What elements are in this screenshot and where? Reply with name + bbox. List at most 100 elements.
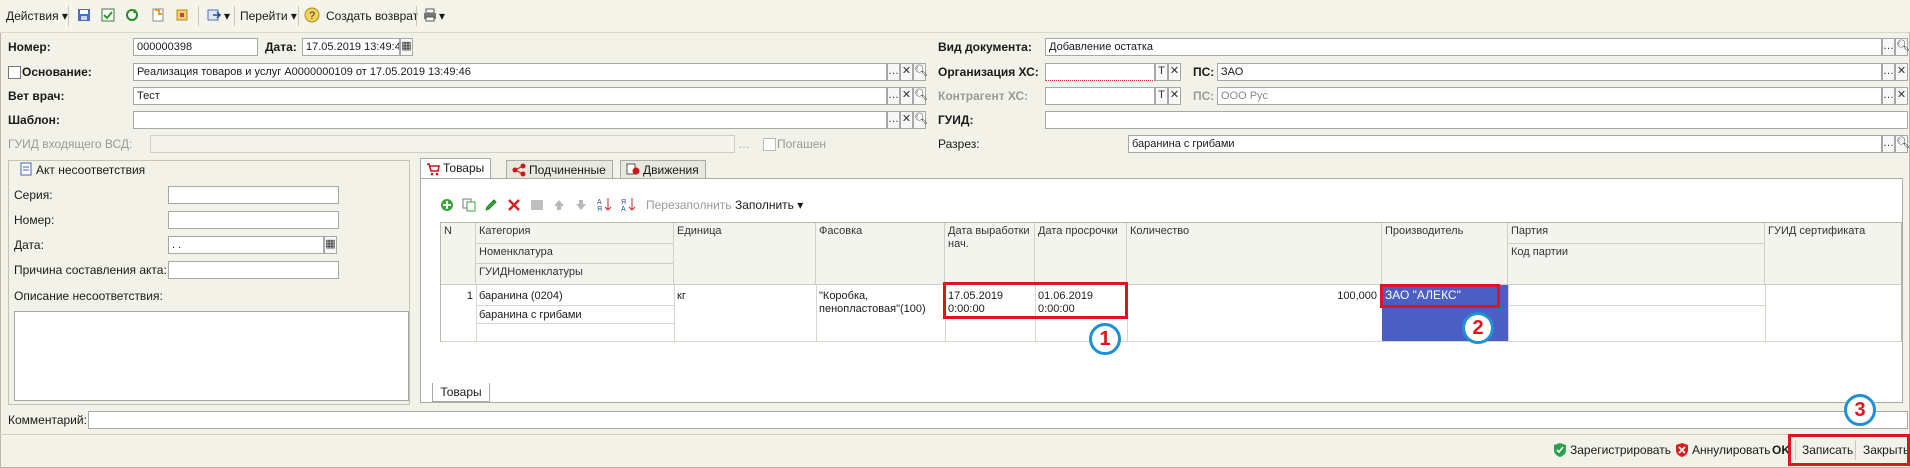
select-button[interactable]: … <box>1882 38 1895 56</box>
col-packaging-header[interactable]: Фасовка <box>816 223 945 285</box>
create-return-button[interactable]: Создать возврат <box>326 6 418 26</box>
actions-menu[interactable]: Действия ▾ <box>6 6 68 26</box>
sort-desc-icon[interactable]: ЯA <box>620 196 636 212</box>
copy-icon[interactable] <box>462 198 476 212</box>
select-button[interactable]: … <box>887 111 900 129</box>
basis-checkbox[interactable] <box>8 66 21 79</box>
print-icon[interactable] <box>422 7 438 23</box>
clear-icon[interactable]: ✕ <box>1895 63 1908 81</box>
vet-field[interactable]: Тест <box>133 87 887 105</box>
select-button[interactable]: … <box>1882 87 1895 105</box>
col-producer-header[interactable]: Производитель <box>1382 223 1508 285</box>
move-down-icon[interactable] <box>574 198 588 212</box>
bottom-tab-goods[interactable]: Товары <box>432 383 490 402</box>
doc-type-field[interactable]: Добавление остатка <box>1045 38 1882 56</box>
open-icon[interactable]: 🔍︎ <box>1895 135 1910 153</box>
cut-field[interactable]: баранина с грибами <box>1128 135 1882 153</box>
movements-icon <box>626 163 640 175</box>
description-field[interactable] <box>14 311 409 401</box>
open-icon[interactable]: 🔍︎ <box>913 63 928 81</box>
row-packaging[interactable]: "Коробка, пенопластовая"(100) <box>816 288 945 318</box>
structure-icon[interactable] <box>174 7 190 23</box>
refresh-icon[interactable] <box>124 7 140 23</box>
number-field[interactable]: 000000398 <box>133 38 258 56</box>
calendar-icon[interactable]: ▦ <box>400 38 413 56</box>
edit-icon[interactable] <box>484 198 498 212</box>
comment-label: Комментарий: <box>8 413 87 427</box>
clear-icon[interactable]: ✕ <box>900 63 913 81</box>
refill-button[interactable]: Перезаполнить <box>646 196 732 214</box>
guid-incoming-field[interactable] <box>150 135 735 153</box>
open-icon[interactable]: 🔍︎ <box>913 87 928 105</box>
clear-icon[interactable]: ✕ <box>1168 63 1181 81</box>
row-quantity[interactable]: 100,000 <box>1127 288 1380 305</box>
create-based-icon[interactable] <box>150 7 166 23</box>
save-close-icon[interactable] <box>76 7 92 23</box>
select-button[interactable]: … <box>887 63 900 81</box>
col-cert-guid-header[interactable]: ГУИД сертификата <box>1765 223 1901 285</box>
add-icon[interactable] <box>440 198 454 212</box>
guid-field[interactable] <box>1045 111 1908 129</box>
act-date-label: Дата: <box>14 238 44 252</box>
register-shield-icon <box>1554 443 1566 457</box>
org-field[interactable] <box>1045 63 1155 81</box>
cart-icon <box>427 163 440 176</box>
row-unit[interactable]: кг <box>674 288 816 305</box>
clear-icon[interactable]: ✕ <box>900 111 913 129</box>
series-field[interactable] <box>168 186 339 204</box>
clear-icon[interactable]: ✕ <box>900 87 913 105</box>
col-batch-code-header[interactable]: Код партии <box>1508 244 1765 285</box>
date-field[interactable]: 17.05.2019 13:49:4 <box>302 38 400 56</box>
type-button[interactable]: T <box>1155 87 1168 105</box>
row-nomenclature[interactable]: баранина с грибами <box>476 307 674 324</box>
reason-label: Причина составления акта: <box>14 263 167 277</box>
goto-arrow-dropdown[interactable]: ▾ <box>224 6 230 26</box>
col-unit-header[interactable]: Единица <box>674 223 816 285</box>
act-date-field[interactable]: . . <box>168 236 324 254</box>
select-button[interactable]: … <box>1882 63 1895 81</box>
calendar-icon[interactable]: ▦ <box>324 236 337 254</box>
col-nomenclature-header[interactable]: Номенклатура <box>476 244 674 264</box>
sort-asc-icon[interactable]: AЯ <box>596 196 612 212</box>
col-n-header[interactable]: N <box>441 223 476 285</box>
clear-icon[interactable]: ✕ <box>1168 87 1181 105</box>
select-button[interactable]: … <box>887 87 900 105</box>
goto-arrow-icon[interactable] <box>206 7 222 23</box>
annotation-marker-2: 2 <box>1462 312 1494 344</box>
table-icon[interactable] <box>530 198 544 212</box>
open-icon[interactable]: 🔍︎ <box>1895 38 1910 56</box>
col-quantity-header[interactable]: Количество <box>1127 223 1382 285</box>
counterparty-field[interactable] <box>1045 87 1155 105</box>
col-expiry-date-header[interactable]: Дата просрочки <box>1035 223 1127 285</box>
basis-field[interactable]: Реализация товаров и услуг А0000000109 о… <box>133 63 887 81</box>
repaid-checkbox[interactable] <box>763 138 776 151</box>
register-button[interactable]: Зарегистрировать <box>1570 441 1671 459</box>
col-guid-nomenclature-header[interactable]: ГУИДНоменклатуры <box>476 264 674 285</box>
select-button[interactable]: … <box>738 135 750 153</box>
help-icon[interactable]: ? <box>304 7 320 23</box>
delete-icon[interactable] <box>508 199 520 211</box>
cancel-button[interactable]: Аннулировать <box>1692 441 1770 459</box>
post-icon[interactable] <box>100 7 116 23</box>
template-label: Шаблон: <box>8 113 60 127</box>
act-number-field[interactable] <box>168 211 339 229</box>
reason-field[interactable] <box>168 261 339 279</box>
type-button[interactable]: T <box>1155 63 1168 81</box>
clear-icon[interactable]: ✕ <box>1895 87 1908 105</box>
goto-menu[interactable]: Перейти ▾ <box>240 6 297 26</box>
move-up-icon[interactable] <box>552 198 566 212</box>
select-button[interactable]: … <box>1882 135 1895 153</box>
col-batch-header[interactable]: Партия <box>1508 223 1765 244</box>
open-icon[interactable]: 🔍︎ <box>913 111 928 129</box>
col-prod-date-header[interactable]: Дата выработки нач. <box>945 223 1035 285</box>
row-n: 1 <box>466 290 473 302</box>
svg-text:?: ? <box>309 10 315 22</box>
template-field[interactable] <box>133 111 887 129</box>
ps-field[interactable]: ЗАО <box>1217 63 1882 81</box>
comment-field[interactable] <box>88 411 1908 429</box>
fill-menu[interactable]: Заполнить ▾ <box>735 196 803 214</box>
print-dropdown[interactable]: ▾ <box>439 6 445 26</box>
row-category[interactable]: баранина (0204) <box>476 288 674 305</box>
ps2-field[interactable]: ООО Рус <box>1217 87 1882 105</box>
col-category-header[interactable]: Категория <box>476 223 674 244</box>
